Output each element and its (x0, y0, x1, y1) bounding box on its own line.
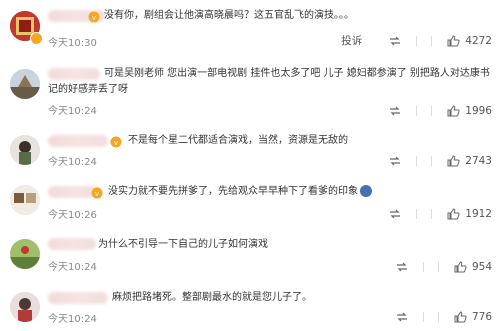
divider (422, 312, 424, 322)
comment-item: v 不是每个星二代都适合演戏，当然，资源是无敌的 今天10:24 2743 (0, 124, 500, 179)
username-blurred[interactable] (48, 292, 108, 304)
repost-icon[interactable] (388, 207, 402, 221)
comment-item: v 没实力就不要先拼爹了，先给观众早早种下了看爹的印象 今天10:26 1912 (0, 178, 500, 228)
avatar-image (10, 185, 40, 215)
verified-badge-icon (30, 32, 43, 45)
username-blurred[interactable] (48, 135, 108, 147)
repost-icon[interactable] (388, 34, 402, 48)
avatar-image (10, 239, 40, 269)
divider (416, 106, 418, 116)
divider (422, 262, 424, 272)
like-icon[interactable] (446, 34, 460, 48)
comment-actions: 776 (395, 310, 492, 324)
divider (431, 209, 433, 219)
svg-text:v: v (95, 190, 99, 198)
divider (416, 35, 418, 46)
comment-time: 今天10:26 (48, 210, 97, 221)
comment-item: 为什么不引导一下自己的儿子如何演戏 今天10:24 954 (0, 232, 500, 284)
vip-icon: v (110, 136, 122, 148)
comment-item: 麻烦把路堵死。整部剧最水的就是您儿子了。 今天10:24 776 (0, 286, 500, 331)
comment-actions: 1996 (388, 104, 492, 118)
comment-item: 可是吴刚老师 您出演一部电视剧 挂件也太多了吧 儿子 媳妇都参演了 别把路人对达… (0, 58, 500, 120)
comment-text: 没实力就不要先拼爹了，先给观众早早种下了看爹的印象 (108, 184, 372, 200)
avatar[interactable] (10, 135, 40, 165)
comment-text: 没有你，剧组会让他演高晓晨吗？这五官乱飞的演技。。。 (104, 10, 354, 21)
divider (431, 106, 433, 116)
report-button[interactable]: 投诉 (341, 33, 362, 48)
like-count: 1996 (465, 105, 492, 117)
avatar[interactable] (10, 239, 40, 269)
svg-text:v: v (92, 14, 96, 22)
divider (437, 262, 439, 272)
avatar[interactable] (10, 185, 40, 215)
like-icon[interactable] (453, 260, 467, 274)
vip-icon: v (88, 11, 100, 23)
avatar-image (10, 135, 40, 165)
like-icon[interactable] (446, 104, 460, 118)
avatar[interactable] (10, 69, 40, 99)
avatar-image (10, 292, 40, 322)
repost-icon[interactable] (395, 260, 409, 274)
repost-icon[interactable] (395, 310, 409, 324)
like-count: 2743 (465, 155, 492, 167)
svg-text:v: v (114, 139, 118, 147)
comment-time: 今天10:24 (48, 157, 97, 168)
vip-icon: v (91, 187, 103, 199)
avatar[interactable] (10, 292, 40, 322)
repost-icon[interactable] (388, 104, 402, 118)
comment-time: 今天10:24 (48, 106, 97, 117)
comment-actions: 1912 (388, 207, 492, 221)
comment-item: v 没有你，剧组会让他演高晓晨吗？这五官乱飞的演技。。。 今天10:30 投诉 … (0, 0, 500, 55)
comment-text: 为什么不引导一下自己的儿子如何演戏 (98, 239, 268, 250)
comment-list: v 没有你，剧组会让他演高晓晨吗？这五官乱飞的演技。。。 今天10:30 投诉 … (0, 0, 500, 331)
like-count: 776 (471, 311, 492, 323)
like-icon[interactable] (446, 207, 460, 221)
like-icon[interactable] (453, 310, 467, 324)
comment-actions: 2743 (388, 154, 492, 168)
comment-time: 今天10:24 (48, 314, 97, 325)
like-count: 954 (471, 261, 492, 273)
divider (437, 312, 439, 322)
divider (416, 156, 418, 166)
emoji-icon (360, 185, 372, 197)
repost-icon[interactable] (388, 154, 402, 168)
like-icon[interactable] (446, 154, 460, 168)
username-blurred[interactable] (48, 238, 96, 250)
comment-text-body: 没实力就不要先拼爹了，先给观众早早种下了看爹的印象 (108, 186, 358, 197)
like-count: 1912 (465, 208, 492, 220)
comment-text: 不是每个星二代都适合演戏，当然，资源是无敌的 (128, 135, 348, 146)
like-count: 4272 (465, 34, 492, 47)
comment-time: 今天10:30 (48, 38, 97, 49)
comment-time: 今天10:24 (48, 262, 97, 273)
comment-actions: 投诉 4272 (341, 33, 492, 48)
divider (431, 35, 433, 46)
comment-text: 可是吴刚老师 您出演一部电视剧 挂件也太多了吧 儿子 媳妇都参演了 别把路人对达… (48, 68, 490, 95)
divider (416, 209, 418, 219)
avatar-image (10, 69, 40, 99)
comment-text: 麻烦把路堵死。整部剧最水的就是您儿子了。 (112, 292, 312, 303)
divider (431, 156, 433, 166)
comment-actions: 954 (395, 260, 492, 274)
